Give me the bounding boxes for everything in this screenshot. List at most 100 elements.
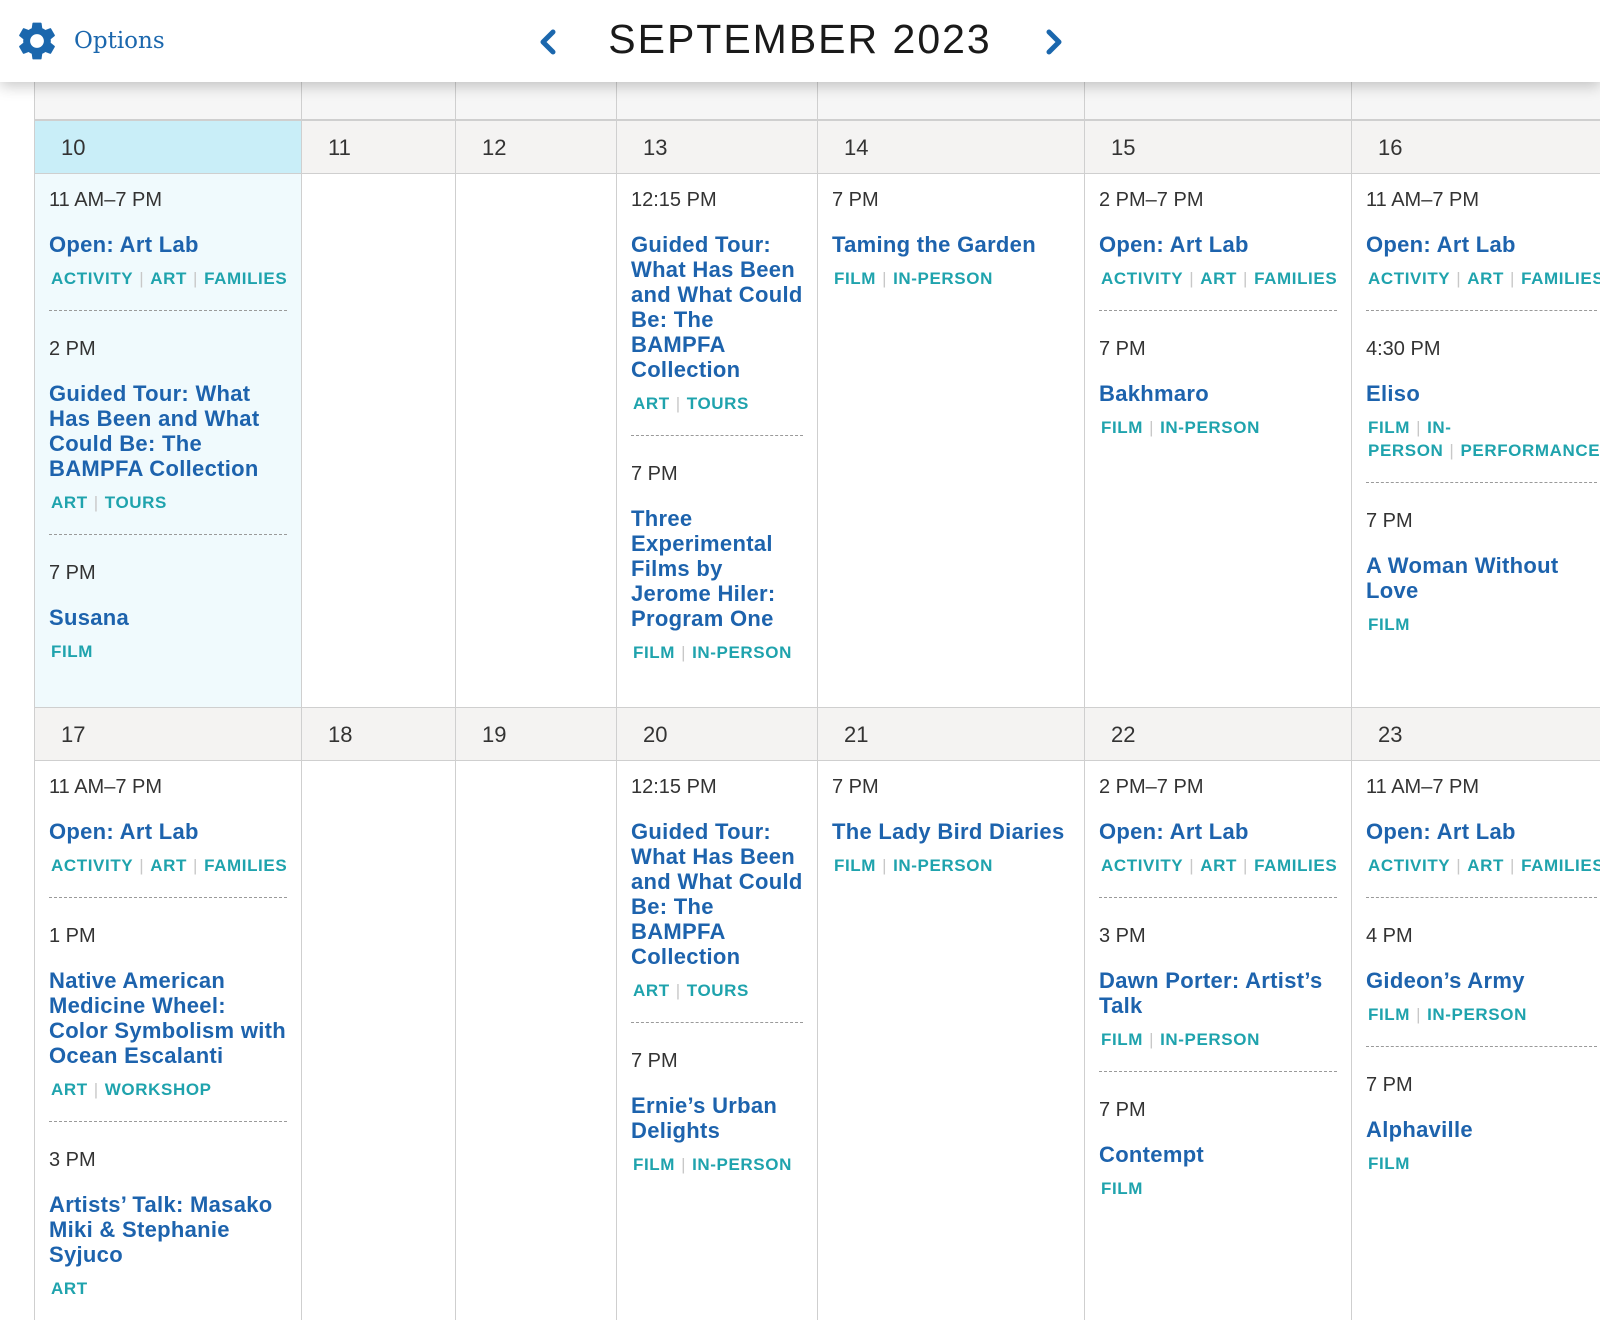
calendar-event: 7 PM Contempt FILM bbox=[1099, 1098, 1337, 1220]
event-tag-link[interactable]: IN-PERSON bbox=[893, 269, 993, 288]
event-tag-link[interactable]: ART bbox=[633, 394, 670, 413]
tag-separator: | bbox=[139, 856, 145, 875]
event-title-link[interactable]: Artists’ Talk: Masako Miki & Stephanie S… bbox=[49, 1192, 287, 1267]
event-title-link[interactable]: Taming the Garden bbox=[832, 232, 1070, 257]
tag-separator: | bbox=[1416, 1005, 1422, 1024]
event-title-link[interactable]: Guided Tour: What Has Been and What Coul… bbox=[631, 819, 803, 969]
event-tag-link[interactable]: IN-PERSON bbox=[692, 643, 792, 662]
event-title-link[interactable]: The Lady Bird Diaries bbox=[832, 819, 1070, 844]
event-tag-link[interactable]: FILM bbox=[1368, 1154, 1410, 1173]
event-title-link[interactable]: Alphaville bbox=[1366, 1117, 1597, 1142]
event-title-link[interactable]: Open: Art Lab bbox=[1366, 232, 1597, 257]
tag-separator: | bbox=[1510, 269, 1516, 288]
event-tags: FILM bbox=[49, 640, 287, 663]
event-tag-link[interactable]: ART bbox=[51, 493, 88, 512]
event-tag-link[interactable]: ART bbox=[51, 1080, 88, 1099]
event-tag-link[interactable]: FILM bbox=[1101, 1179, 1143, 1198]
tag-separator: | bbox=[675, 981, 681, 1000]
event-tag-link[interactable]: FAMILIES bbox=[1521, 269, 1600, 288]
day-number: 13 bbox=[643, 135, 668, 160]
event-tag-link[interactable]: IN-PERSON bbox=[1427, 1005, 1527, 1024]
tag-separator: | bbox=[1449, 441, 1455, 460]
event-tag-link[interactable]: ART bbox=[1467, 269, 1504, 288]
day-number: 20 bbox=[643, 722, 668, 747]
event-tag-link[interactable]: TOURS bbox=[687, 394, 749, 413]
next-month-button[interactable] bbox=[1036, 22, 1072, 62]
event-tag-link[interactable]: FAMILIES bbox=[204, 856, 287, 875]
event-title-link[interactable]: Guided Tour: What Has Been and What Coul… bbox=[49, 381, 287, 481]
event-tag-link[interactable]: IN-PERSON bbox=[893, 856, 993, 875]
event-tag-link[interactable]: ACTIVITY bbox=[51, 856, 133, 875]
event-tag-link[interactable]: FILM bbox=[834, 269, 876, 288]
event-tag-link[interactable]: ACTIVITY bbox=[1368, 856, 1450, 875]
chevron-right-icon bbox=[1046, 29, 1062, 55]
event-title-link[interactable]: Native American Medicine Wheel: Color Sy… bbox=[49, 968, 287, 1068]
event-tags: ACTIVITY | ART | FAMILIES bbox=[49, 854, 287, 877]
event-tag-link[interactable]: ACTIVITY bbox=[1101, 856, 1183, 875]
event-time: 4 PM bbox=[1366, 925, 1413, 947]
event-tag-link[interactable]: WORKSHOP bbox=[105, 1080, 212, 1099]
event-title-link[interactable]: Dawn Porter: Artist’s Talk bbox=[1099, 968, 1337, 1018]
event-title-link[interactable]: Contempt bbox=[1099, 1142, 1337, 1167]
event-tags: FILM bbox=[1366, 1152, 1597, 1175]
event-tag-link[interactable]: FAMILIES bbox=[1254, 856, 1337, 875]
calendar-event: 11 AM–7 PM Open: Art Lab ACTIVITY | ART | FAMI… bbox=[49, 775, 287, 898]
calendar-event: 7 PM Susana FILM bbox=[49, 561, 287, 683]
calendar-event: 2 PM–7 PM Open: Art Lab ACTIVITY | ART | FAMIL… bbox=[1099, 775, 1337, 898]
event-time: 7 PM bbox=[1099, 1099, 1146, 1121]
options-button[interactable]: Options bbox=[14, 18, 165, 64]
event-title-link[interactable]: Open: Art Lab bbox=[1366, 819, 1597, 844]
event-tag-link[interactable]: ART bbox=[1200, 269, 1237, 288]
event-title-link[interactable]: A Woman Without Love bbox=[1366, 553, 1597, 603]
event-title-link[interactable]: Bakhmaro bbox=[1099, 381, 1337, 406]
event-tag-link[interactable]: PERFORMANCE bbox=[1460, 441, 1600, 460]
day-header: 19 bbox=[455, 707, 616, 761]
tag-separator: | bbox=[1456, 269, 1462, 288]
event-tag-link[interactable]: ACTIVITY bbox=[1368, 269, 1450, 288]
event-tag-link[interactable]: FILM bbox=[1368, 418, 1410, 437]
tag-separator: | bbox=[882, 856, 888, 875]
event-tag-link[interactable]: ART bbox=[51, 1279, 88, 1298]
event-title-link[interactable]: Susana bbox=[49, 605, 287, 630]
event-tags: FILM bbox=[1099, 1177, 1337, 1200]
event-title-link[interactable]: Open: Art Lab bbox=[49, 232, 287, 257]
event-tag-link[interactable]: FILM bbox=[1368, 1005, 1410, 1024]
event-title-link[interactable]: Ernie’s Urban Delights bbox=[631, 1093, 803, 1143]
event-title-link[interactable]: Guided Tour: What Has Been and What Coul… bbox=[631, 232, 803, 382]
event-tag-link[interactable]: ART bbox=[1200, 856, 1237, 875]
event-tags: ACTIVITY | ART | FAMILIES bbox=[1099, 854, 1337, 877]
event-tag-link[interactable]: ACTIVITY bbox=[51, 269, 133, 288]
event-tag-link[interactable]: IN-PERSON bbox=[1160, 1030, 1260, 1049]
event-tag-link[interactable]: IN-PERSON bbox=[1160, 418, 1260, 437]
event-tag-link[interactable]: ART bbox=[150, 856, 187, 875]
event-title-link[interactable]: Open: Art Lab bbox=[1099, 819, 1337, 844]
event-tag-link[interactable]: ART bbox=[633, 981, 670, 1000]
event-tag-link[interactable]: FILM bbox=[834, 856, 876, 875]
event-title-link[interactable]: Open: Art Lab bbox=[49, 819, 287, 844]
tag-separator: | bbox=[1243, 269, 1249, 288]
event-title-link[interactable]: Three Experimental Films by Jerome Hiler… bbox=[631, 506, 803, 631]
event-tag-link[interactable]: ART bbox=[1467, 856, 1504, 875]
event-title-link[interactable]: Eliso bbox=[1366, 381, 1597, 406]
event-tag-link[interactable]: FILM bbox=[1101, 1030, 1143, 1049]
event-tag-link[interactable]: FILM bbox=[51, 642, 93, 661]
event-tag-link[interactable]: ACTIVITY bbox=[1101, 269, 1183, 288]
event-tag-link[interactable]: TOURS bbox=[105, 493, 167, 512]
day-header: 17 bbox=[34, 707, 301, 761]
event-tag-link[interactable]: ART bbox=[150, 269, 187, 288]
event-tag-link[interactable]: IN-PERSON bbox=[692, 1155, 792, 1174]
event-tag-link[interactable]: FILM bbox=[1101, 418, 1143, 437]
event-tag-link[interactable]: FAMILIES bbox=[204, 269, 287, 288]
event-tag-link[interactable]: FILM bbox=[1368, 615, 1410, 634]
event-time: 7 PM bbox=[1366, 510, 1413, 532]
event-tag-link[interactable]: FAMILIES bbox=[1521, 856, 1600, 875]
event-title-link[interactable]: Gideon’s Army bbox=[1366, 968, 1597, 993]
event-title-link[interactable]: Open: Art Lab bbox=[1099, 232, 1337, 257]
event-tag-link[interactable]: FILM bbox=[633, 1155, 675, 1174]
event-tag-link[interactable]: FAMILIES bbox=[1254, 269, 1337, 288]
event-time: 1 PM bbox=[49, 925, 96, 947]
calendar-event: 12:15 PM Guided Tour: What Has Been and W… bbox=[631, 775, 803, 1023]
event-tag-link[interactable]: FILM bbox=[633, 643, 675, 662]
event-tag-link[interactable]: TOURS bbox=[687, 981, 749, 1000]
day-header: 18 bbox=[301, 707, 455, 761]
